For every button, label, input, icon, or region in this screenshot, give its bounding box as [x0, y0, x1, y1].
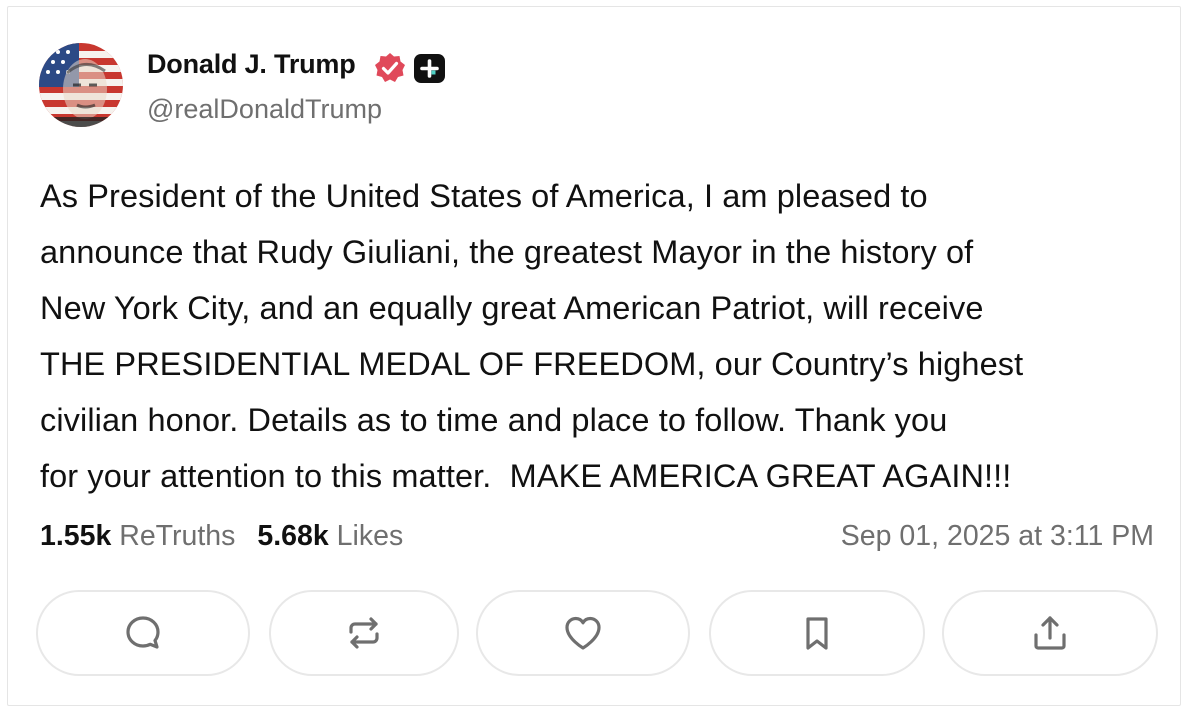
- post-text: As President of the United States of Ame…: [40, 168, 1160, 504]
- reply-icon: [126, 616, 160, 649]
- reply-button[interactable]: [36, 590, 250, 676]
- post-text-line: THE PRESIDENTIAL MEDAL OF FREEDOM, our C…: [40, 346, 1024, 382]
- bookmark-icon: [806, 617, 828, 650]
- post-text-line: As President of the United States of Ame…: [40, 178, 928, 214]
- post-text-line: civilian honor. Details as to time and p…: [40, 402, 948, 438]
- retruth-icon: [349, 617, 379, 649]
- post-stats: 1.55k ReTruths 5.68k Likes: [40, 520, 403, 553]
- post-text-line: announce that Rudy Giuliani, the greates…: [40, 234, 974, 270]
- heart-icon: [565, 616, 601, 650]
- retruths-stat[interactable]: 1.55k ReTruths: [40, 520, 235, 552]
- likes-label: Likes: [336, 520, 404, 552]
- retruths-count: 1.55k: [40, 520, 112, 552]
- retruth-button[interactable]: [269, 590, 459, 676]
- retruths-label: ReTruths: [119, 520, 236, 552]
- likes-count: 5.68k: [257, 520, 329, 552]
- action-bar: [36, 590, 1158, 678]
- author-name[interactable]: Donald J. Trump: [147, 49, 356, 80]
- like-button[interactable]: [476, 590, 690, 676]
- plus-badge-icon: [414, 54, 445, 83]
- post-text-line: for your attention to this matter. MAKE …: [40, 458, 1012, 494]
- likes-stat[interactable]: 5.68k Likes: [257, 520, 403, 552]
- share-icon: [1034, 616, 1066, 650]
- verified-badge-icon: [374, 52, 406, 84]
- author-avatar[interactable]: [39, 43, 123, 127]
- post-timestamp[interactable]: Sep 01, 2025 at 3:11 PM: [841, 520, 1154, 553]
- post-text-line: New York City, and an equally great Amer…: [40, 290, 984, 326]
- share-button[interactable]: [942, 590, 1158, 676]
- author-handle[interactable]: @realDonaldTrump: [147, 94, 382, 125]
- bookmark-button[interactable]: [709, 590, 925, 676]
